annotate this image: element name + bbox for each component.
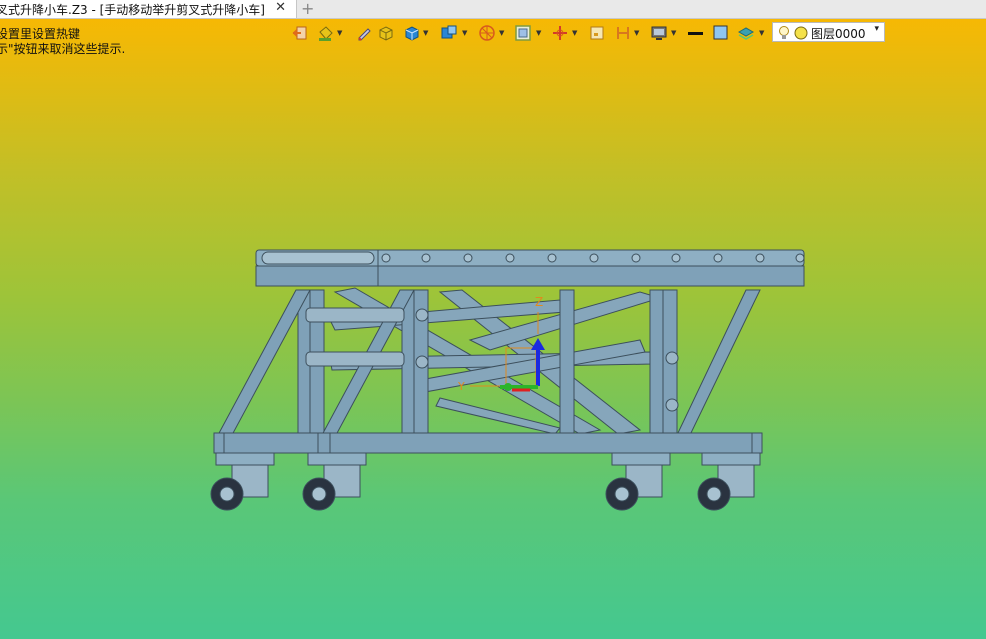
base-frame <box>213 432 763 454</box>
lightbulb-icon <box>779 26 789 39</box>
cylinder-upper <box>305 307 405 323</box>
chevron-down-icon[interactable]: ▾ <box>874 24 879 34</box>
tab-bar: 叉式升降小车.Z3 - [手动移动举升剪叉式升降小车] ✕ + <box>0 0 986 19</box>
rect-icon <box>713 25 728 40</box>
caster-3 <box>605 452 671 511</box>
pen-icon <box>358 28 371 41</box>
caster-1 <box>210 452 275 511</box>
add-tab-icon[interactable]: + <box>301 0 314 18</box>
cylinder-lower <box>305 351 405 367</box>
brace-right <box>676 289 761 436</box>
scissor-lift-cart-model <box>210 249 805 511</box>
axis-label-z: Z <box>535 295 543 309</box>
cube-yellow-icon <box>379 26 393 41</box>
layer-dropdown[interactable]: 图层0000 ▾ <box>772 22 885 42</box>
frame-icon <box>515 25 531 41</box>
post-mid <box>559 289 575 435</box>
caster-wheels <box>210 452 761 511</box>
paint-bucket-icon <box>319 26 333 41</box>
post-right-inner <box>649 289 665 435</box>
axis-label-y: Y <box>457 380 465 393</box>
compass-icon <box>479 25 495 41</box>
top-platform <box>255 249 805 287</box>
cube-blue-icon <box>405 26 419 41</box>
caster-4 <box>697 452 761 511</box>
layers-icon <box>737 27 755 40</box>
caster-2 <box>302 452 367 511</box>
view-cube-icon <box>441 25 457 39</box>
line-icon <box>688 32 703 35</box>
close-icon[interactable]: ✕ <box>275 0 286 15</box>
axis-icon <box>553 26 567 40</box>
document-tab[interactable]: 叉式升降小车.Z3 - [手动移动举升剪叉式升降小车] ✕ <box>0 0 297 18</box>
cad-viewport[interactable]: Z Y <box>0 240 986 530</box>
tab-title: 叉式升降小车.Z3 - [手动移动举升剪叉式升降小车] <box>0 3 265 17</box>
layer-color-icon <box>794 26 808 40</box>
exit-icon <box>292 26 307 40</box>
bracket-icon <box>617 27 629 39</box>
monitor-icon <box>651 26 667 40</box>
note-icon <box>590 26 604 40</box>
hint-line-2: 示"按钮来取消这些提示. <box>0 42 126 56</box>
layer-name: 图层0000 <box>811 27 866 41</box>
view-toolbar: ▼ ▼ ▼ ▼ ▼ ▼ ▼ ▼ ▼ <box>291 22 771 44</box>
brace-left <box>217 289 311 436</box>
